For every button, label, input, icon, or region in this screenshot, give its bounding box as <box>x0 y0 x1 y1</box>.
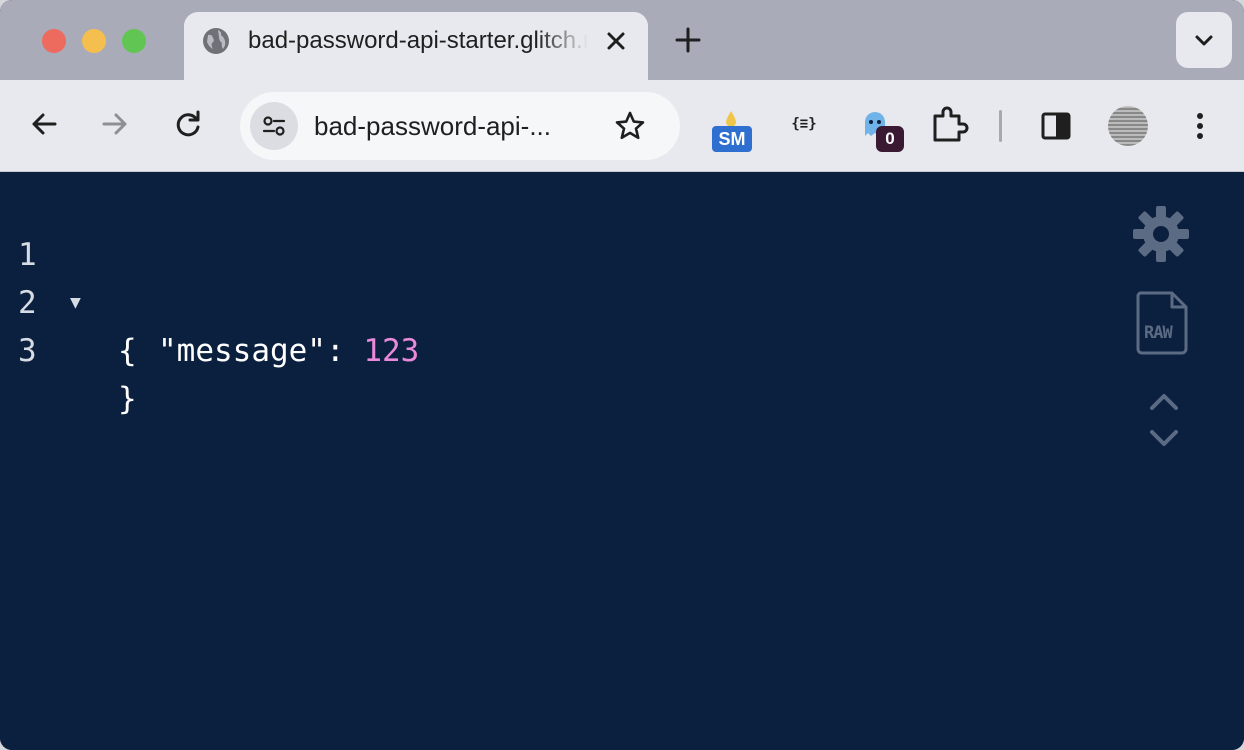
json-line: 1 ▼ { <box>0 183 137 369</box>
globe-icon <box>201 26 231 56</box>
json-viewer: 1 ▼ { 2 "message": 123 3 } RAW <box>0 173 1244 750</box>
ghost-count-badge: 0 <box>876 126 904 152</box>
side-panel-icon <box>1041 112 1071 140</box>
sm-badge: SM <box>712 126 752 152</box>
browser-window: bad-password-api-starter.glitch.me bad-p… <box>0 0 1244 750</box>
chevron-up-icon[interactable] <box>1148 385 1180 421</box>
toolbar: bad-password-api-... SM {≡} 0 <box>0 80 1244 172</box>
forward-arrow-icon[interactable] <box>99 108 131 140</box>
bookmark-star-icon[interactable] <box>614 110 646 142</box>
site-settings-button[interactable] <box>250 102 298 150</box>
chevron-down-icon <box>1195 35 1213 46</box>
side-panel-button[interactable] <box>1028 98 1084 154</box>
tune-icon <box>262 116 286 136</box>
browser-menu-button[interactable] <box>1172 98 1228 154</box>
more-vertical-icon <box>1197 113 1203 139</box>
chevron-down-icon[interactable] <box>1148 421 1180 457</box>
ghostery-extension-button[interactable]: 0 <box>850 98 906 154</box>
avatar <box>1108 106 1148 146</box>
extensions-button[interactable] <box>921 98 977 154</box>
json-open-brace: { <box>118 333 137 369</box>
json-close-brace: } <box>118 381 137 417</box>
close-window-button[interactable] <box>42 29 66 53</box>
profile-button[interactable] <box>1100 98 1156 154</box>
puzzle-icon <box>933 106 969 142</box>
gear-icon[interactable] <box>1132 205 1190 271</box>
toolbar-separator <box>999 110 1002 142</box>
json-entry: "message": 123 <box>158 327 419 375</box>
minimize-window-button[interactable] <box>82 29 106 53</box>
new-tab-icon[interactable] <box>674 26 702 54</box>
json-formatter-icon: {≡} <box>791 116 817 132</box>
tab-strip: bad-password-api-starter.glitch.me <box>0 0 1244 82</box>
raw-label: RAW <box>1144 323 1173 343</box>
line-number: 3 <box>18 333 37 369</box>
url-text[interactable]: bad-password-api-... <box>314 110 604 142</box>
address-bar[interactable]: bad-password-api-... <box>240 92 680 160</box>
tab-title: bad-password-api-starter.glitch.me <box>248 27 588 54</box>
maximize-window-button[interactable] <box>122 29 146 53</box>
tab-close-icon[interactable] <box>602 27 630 55</box>
tab-active[interactable]: bad-password-api-starter.glitch.me <box>184 12 648 82</box>
json-key: "message" <box>158 333 326 369</box>
json-colon: : <box>325 333 364 369</box>
json-line: 2 "message": 123 <box>0 231 419 369</box>
reload-icon[interactable] <box>172 108 204 140</box>
back-arrow-icon[interactable] <box>28 108 60 140</box>
raw-icon[interactable]: RAW <box>1136 291 1188 363</box>
json-formatter-extension-button[interactable]: {≡} <box>776 98 832 154</box>
json-value: 123 <box>363 333 420 369</box>
sm-extension-button[interactable]: SM <box>704 98 760 154</box>
json-line: 3 } <box>0 279 137 417</box>
tab-search-button[interactable] <box>1176 12 1232 68</box>
